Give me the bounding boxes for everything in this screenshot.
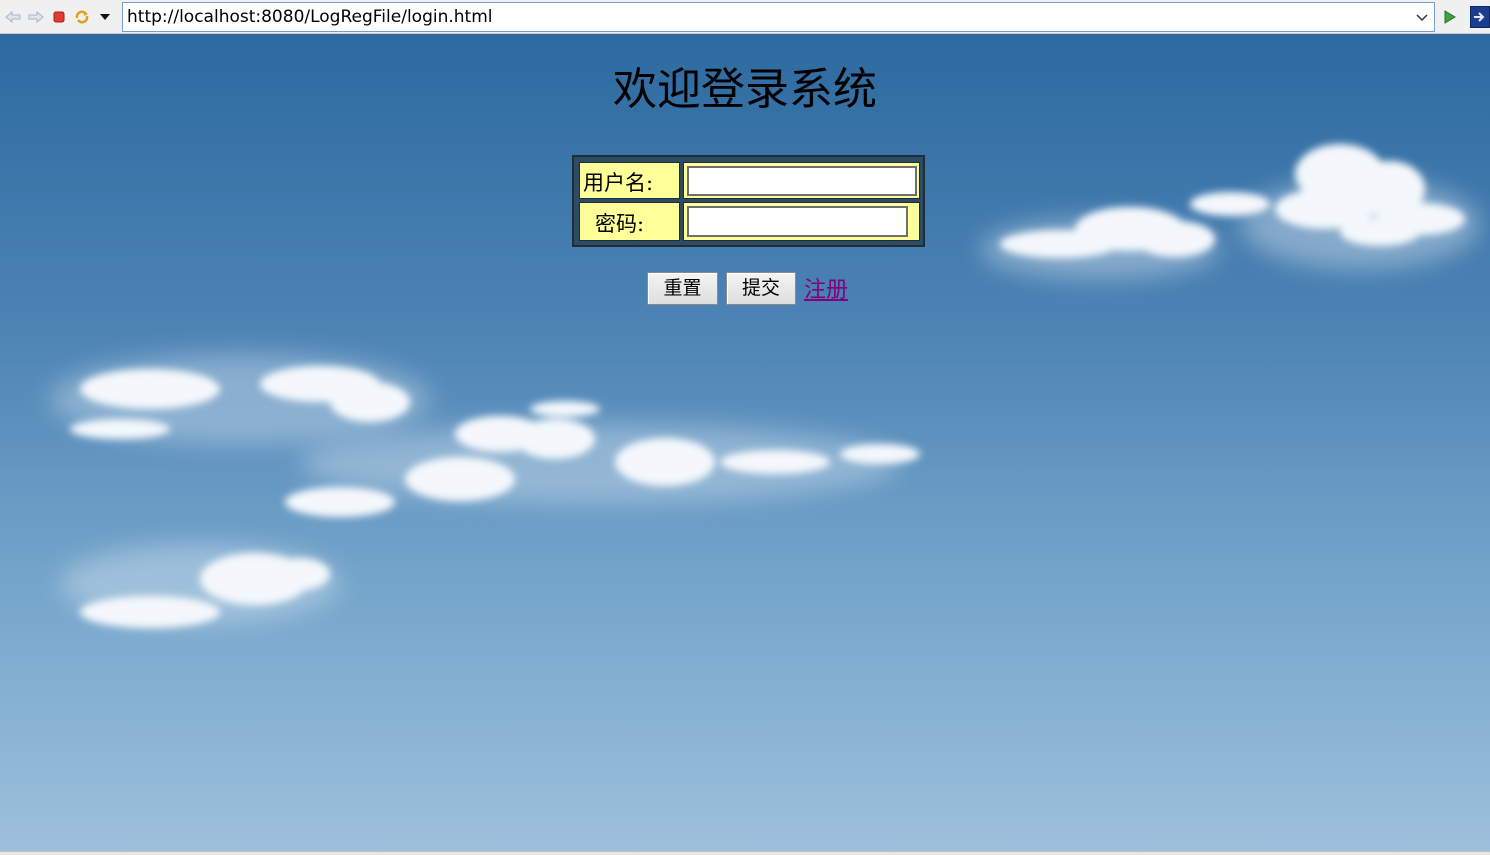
go-icon[interactable] bbox=[1442, 9, 1458, 25]
page-content: 欢迎登录系统 用户名: 密码: 重置 提交 注册 bbox=[0, 34, 1490, 851]
password-label-cell: 密码: bbox=[579, 202, 680, 241]
refresh-icon[interactable] bbox=[73, 8, 91, 26]
register-link[interactable]: 注册 bbox=[804, 272, 848, 304]
forward-icon[interactable] bbox=[27, 8, 45, 26]
password-label: 密码: bbox=[595, 212, 645, 236]
browser-toolbar: http://localhost:8080/LogRegFile/login.h… bbox=[0, 0, 1490, 34]
page-title: 欢迎登录系统 bbox=[613, 64, 877, 115]
submit-button[interactable]: 提交 bbox=[726, 272, 796, 305]
nav-controls bbox=[4, 8, 119, 26]
address-input[interactable]: http://localhost:8080/LogRegFile/login.h… bbox=[127, 7, 492, 27]
back-icon[interactable] bbox=[4, 8, 22, 26]
status-bar bbox=[0, 851, 1490, 855]
stop-icon[interactable] bbox=[50, 8, 68, 26]
password-input-cell bbox=[683, 202, 920, 241]
extension-icon[interactable] bbox=[1470, 6, 1490, 28]
address-bar[interactable]: http://localhost:8080/LogRegFile/login.h… bbox=[122, 2, 1435, 32]
login-form-table: 用户名: 密码: bbox=[572, 155, 925, 247]
username-input-cell bbox=[683, 162, 920, 199]
username-label-cell: 用户名: bbox=[579, 162, 680, 199]
username-input[interactable] bbox=[687, 166, 917, 196]
dropdown-icon[interactable] bbox=[96, 8, 114, 26]
username-label: 用户名: bbox=[583, 171, 654, 195]
reset-button[interactable]: 重置 bbox=[647, 272, 718, 305]
chevron-down-icon[interactable] bbox=[1414, 9, 1430, 25]
password-input[interactable] bbox=[687, 206, 908, 237]
